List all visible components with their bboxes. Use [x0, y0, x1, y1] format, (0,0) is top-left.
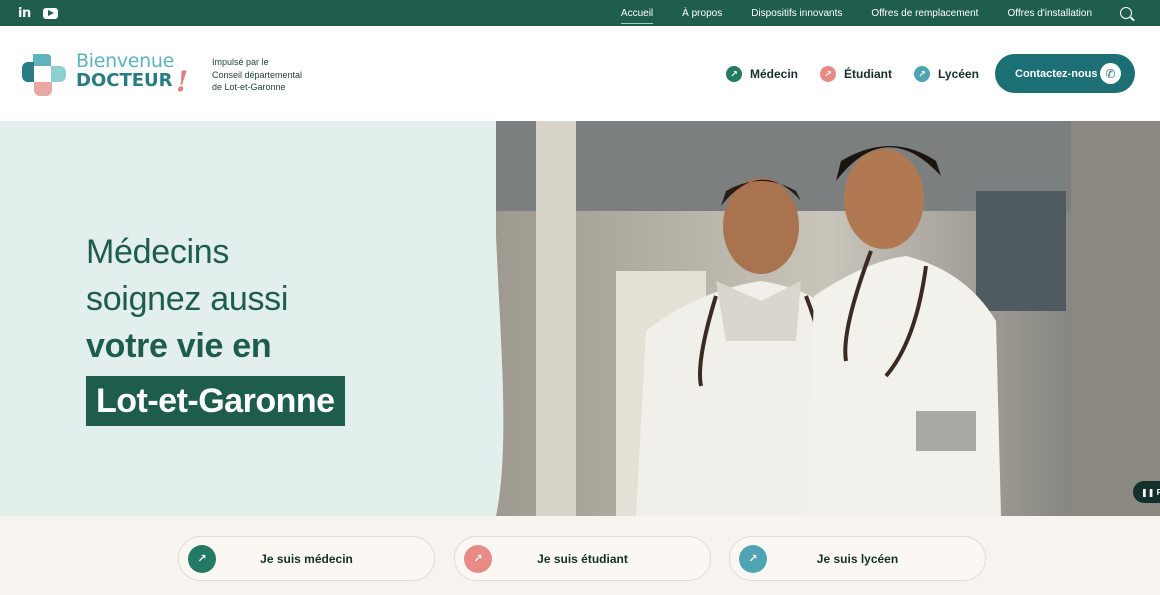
- tagline: Impulsé par le Conseil départemental de …: [212, 56, 302, 94]
- topnav-a-propos[interactable]: À propos: [682, 8, 722, 19]
- topnav-offres-remplacement[interactable]: Offres de remplacement: [871, 8, 978, 19]
- contact-button[interactable]: Contactez-nous ✆: [995, 54, 1135, 93]
- nav-etudiant-label: Étudiant: [844, 67, 893, 81]
- brand-exclamation: !: [176, 65, 189, 98]
- hero-line-2: soignez aussi: [86, 280, 289, 318]
- brand-line-2: DOCTEUR: [76, 70, 173, 91]
- quick-link-medecin-label: Je suis médecin: [260, 551, 353, 566]
- topnav-accueil[interactable]: Accueil: [620, 8, 654, 24]
- linkedin-icon[interactable]: in: [18, 6, 31, 21]
- tagline-line-3: de Lot-et-Garonne: [212, 82, 286, 92]
- nav-lyceen-label: Lycéen: [938, 67, 979, 81]
- brand-name[interactable]: Bienvenue DOCTEUR !: [76, 50, 188, 96]
- quick-link-lyceen[interactable]: ↗ Je suis lycéen: [729, 536, 986, 581]
- pause-icon: ❚❚: [1141, 487, 1157, 497]
- nav-medecin[interactable]: ↗ Médecin: [726, 66, 798, 82]
- hero-photo: [496, 121, 1160, 516]
- quick-links-band: ↗ Je suis médecin ↗ Je suis étudiant ↗ J…: [0, 516, 1160, 595]
- hero-heading: Médecins soignez aussi votre vie en Lot-…: [86, 229, 345, 426]
- quick-link-medecin[interactable]: ↗ Je suis médecin: [178, 536, 435, 581]
- hero-line-1: Médecins: [86, 233, 230, 271]
- tagline-line-1: Impulsé par le: [212, 57, 269, 67]
- nav-medecin-label: Médecin: [750, 67, 799, 81]
- social-links: in: [0, 6, 58, 21]
- logo-icon[interactable]: [18, 50, 70, 100]
- top-navigation: Accueil À propos Dispositifs innovants O…: [620, 0, 1160, 26]
- hero-section: Médecins soignez aussi votre vie en Lot-…: [0, 121, 1160, 516]
- contact-button-label: Contactez-nous: [1015, 67, 1098, 80]
- brand-line-1: Bienvenue: [76, 50, 175, 72]
- search-icon[interactable]: [1120, 7, 1132, 19]
- site-header: Bienvenue DOCTEUR ! Impulsé par le Conse…: [0, 26, 1160, 121]
- nav-lyceen[interactable]: ↗ Lycéen: [914, 66, 979, 82]
- pause-video-button[interactable]: ❚❚ P: [1133, 481, 1160, 503]
- audience-navigation: ↗ Médecin ↗ Étudiant ↗ Lycéen: [726, 66, 1001, 82]
- arrow-up-right-icon: ↗: [914, 66, 931, 82]
- quick-link-lyceen-label: Je suis lycéen: [816, 551, 899, 566]
- top-bar: in Accueil À propos Dispositifs innovant…: [0, 0, 1160, 26]
- nav-etudiant[interactable]: ↗ Étudiant: [820, 66, 892, 82]
- arrow-up-right-icon: ↗: [726, 66, 742, 82]
- hero-highlight: Lot-et-Garonne: [86, 376, 345, 426]
- arrow-up-right-icon: ↗: [820, 66, 837, 82]
- tagline-line-2: Conseil départemental: [212, 69, 303, 80]
- phone-icon: ✆: [1100, 63, 1121, 84]
- pause-button-label: P: [1156, 487, 1160, 497]
- quick-link-etudiant[interactable]: ↗ Je suis étudiant: [454, 536, 711, 581]
- quick-link-etudiant-label: Je suis étudiant: [537, 551, 628, 566]
- topnav-dispositifs-innovants[interactable]: Dispositifs innovants: [751, 8, 842, 19]
- youtube-icon[interactable]: [42, 7, 58, 19]
- hero-line-3: votre vie en: [86, 327, 272, 365]
- topnav-offres-installation[interactable]: Offres d'installation: [1007, 8, 1092, 19]
